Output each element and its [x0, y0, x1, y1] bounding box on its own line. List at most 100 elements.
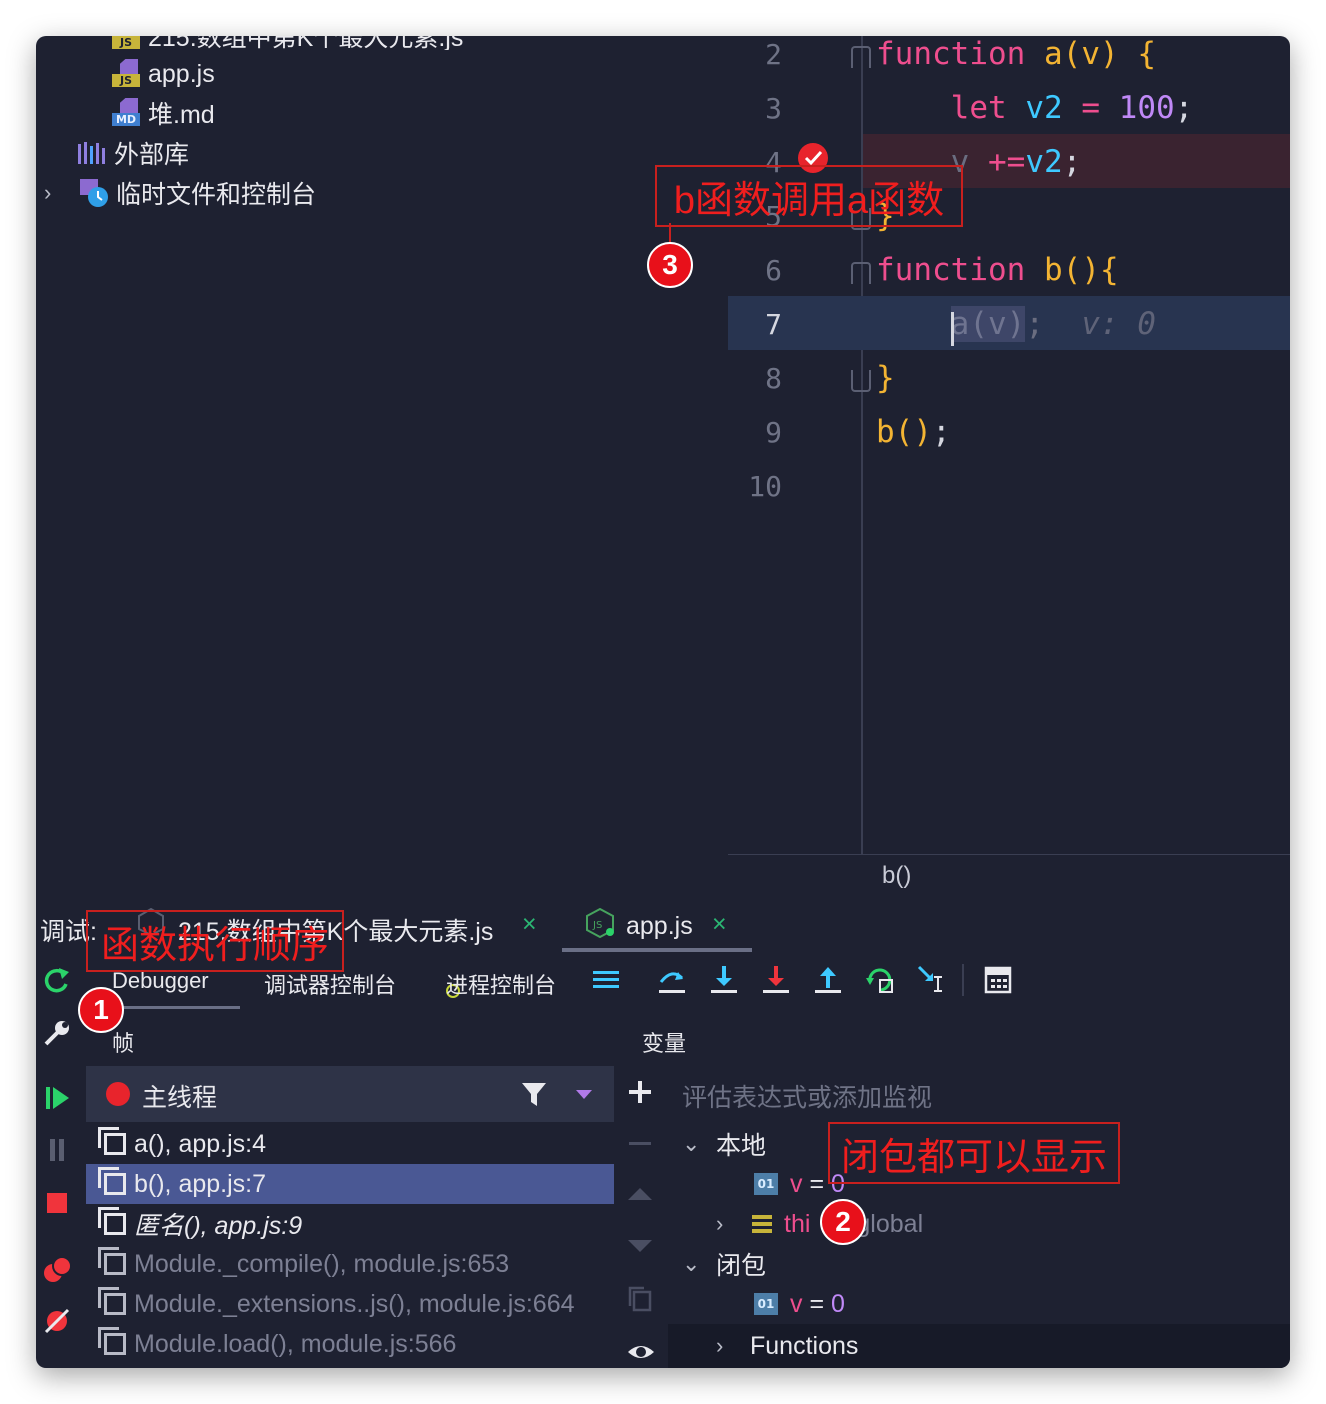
evaluate-icon[interactable]: [982, 964, 1014, 996]
subtab-process-console[interactable]: 进程控制台: [446, 968, 556, 1000]
variables-section-local[interactable]: ⌄ 本地: [682, 1126, 766, 1162]
frame-icon: [98, 1167, 126, 1195]
remove-icon[interactable]: [626, 1130, 654, 1158]
frame-icon: [98, 1327, 126, 1355]
up-icon[interactable]: [626, 1184, 654, 1204]
annotation-badge-3: 3: [647, 242, 693, 288]
line-number: 9: [765, 416, 782, 449]
tree-item-app-js[interactable]: JS app.js: [112, 56, 215, 92]
library-icon: [78, 142, 105, 164]
mute-breakpoints-icon[interactable]: [42, 1306, 72, 1336]
fold-icon[interactable]: [851, 262, 871, 284]
step-out-icon[interactable]: [812, 964, 844, 996]
var-value: 0: [831, 1289, 845, 1318]
thread-name: 主线程: [142, 1084, 218, 1112]
tree-item-scratches[interactable]: › 临时文件和控制台: [44, 175, 316, 211]
object-icon: [752, 1215, 772, 1233]
thread-status-icon: [106, 1082, 130, 1106]
tree-item-partial-file[interactable]: JS 215.数组中第K个最大元素.js: [112, 36, 463, 50]
md-file-icon: MD: [112, 98, 142, 128]
chevron-down-icon[interactable]: ⌄: [682, 1251, 716, 1277]
frames-header: 帧: [112, 1031, 135, 1056]
var-equals: =: [802, 1169, 831, 1198]
chevron-down-icon[interactable]: ⌄: [682, 1131, 716, 1157]
active-tab-indicator: [562, 948, 752, 952]
frame-row[interactable]: a(), app.js:4: [86, 1124, 614, 1164]
frame-icon: [98, 1207, 126, 1235]
chevron-right-icon[interactable]: ›: [716, 1333, 750, 1359]
force-step-into-icon[interactable]: [760, 964, 792, 996]
var-name: v: [790, 1169, 803, 1198]
line-number: 8: [765, 362, 782, 395]
view-breakpoints-icon[interactable]: [42, 1254, 72, 1284]
chevron-right-icon[interactable]: ›: [716, 1211, 750, 1237]
line-number: 6: [765, 254, 782, 287]
var-name: thi: [784, 1209, 811, 1238]
frame-row-selected[interactable]: b(), app.js:7: [86, 1164, 614, 1204]
fold-icon[interactable]: [851, 370, 871, 392]
resume-icon[interactable]: [42, 1082, 72, 1112]
wrench-icon[interactable]: [42, 1018, 72, 1048]
fold-icon[interactable]: [851, 46, 871, 68]
menu-icon[interactable]: [590, 964, 622, 996]
frame-row[interactable]: 匿名(), app.js:9: [86, 1204, 614, 1244]
tree-item-heap-md[interactable]: MD 堆.md: [112, 95, 215, 131]
rerun-icon[interactable]: [42, 966, 72, 996]
run-to-cursor-icon[interactable]: [916, 964, 948, 996]
annotation-badge-2: 2: [820, 1199, 866, 1245]
frame-row[interactable]: Module.load(), module.js:566: [86, 1324, 614, 1364]
tree-item-label: 215.数组中第K个最大元素.js: [148, 36, 464, 50]
evaluate-expression-input[interactable]: 评估表达式或添加监视: [682, 1078, 932, 1114]
frame-row[interactable]: Module._extensions..js(), module.js:664: [86, 1284, 614, 1324]
stop-icon[interactable]: [42, 1188, 72, 1218]
add-icon[interactable]: [626, 1078, 654, 1106]
var-equals: =: [802, 1289, 831, 1318]
frame-label: b(), app.js:7: [134, 1169, 267, 1198]
text-cursor: [951, 312, 954, 346]
tree-item-label: app.js: [148, 59, 215, 88]
var-value: global: [856, 1209, 924, 1238]
editor-breadcrumb[interactable]: b(): [882, 862, 911, 890]
variables-section-functions[interactable]: › Functions: [716, 1328, 858, 1364]
inline-debug-value: v: 0: [1081, 306, 1156, 342]
js-file-icon: JS: [112, 36, 142, 50]
annotation-order-note: 函数执行顺序: [86, 910, 344, 972]
debug-tab-label[interactable]: app.js: [626, 912, 693, 941]
tree-item-label: 堆.md: [148, 101, 215, 129]
down-icon[interactable]: [626, 1236, 654, 1256]
frame-label: 匿名(), app.js:9: [134, 1212, 303, 1240]
frame-label: Module._extensions..js(), module.js:664: [134, 1289, 575, 1318]
annotation-badge-1: 1: [78, 987, 124, 1033]
frame-icon: [98, 1287, 126, 1315]
tree-item-external-libraries[interactable]: 外部库: [76, 135, 189, 171]
frame-icon: [98, 1247, 126, 1275]
copy-icon[interactable]: [626, 1284, 654, 1312]
scratch-icon: [80, 179, 108, 207]
thread-selector[interactable]: 主线程: [86, 1066, 614, 1122]
subtab-debugger-console[interactable]: 调试器控制台: [264, 968, 396, 1000]
js-file-icon: JS: [112, 59, 142, 89]
step-into-icon[interactable]: [708, 964, 740, 996]
section-label: Functions: [750, 1331, 859, 1360]
var-name: v: [790, 1289, 803, 1318]
annotation-closure-note: 闭包都可以显示: [828, 1122, 1120, 1184]
variables-section-closure[interactable]: ⌄ 闭包: [682, 1246, 766, 1282]
close-icon[interactable]: ×: [522, 910, 537, 939]
frame-row[interactable]: Module._compile(), module.js:653: [86, 1244, 614, 1284]
dropdown-icon[interactable]: [574, 1088, 594, 1102]
step-over-icon[interactable]: [656, 964, 688, 996]
pause-icon[interactable]: [42, 1134, 72, 1164]
line-number: 10: [748, 470, 782, 503]
close-icon[interactable]: ×: [712, 910, 727, 939]
line-number: 3: [765, 92, 782, 125]
restart-frame-icon[interactable]: [864, 964, 896, 996]
chevron-right-icon[interactable]: ›: [44, 180, 78, 206]
watch-icon[interactable]: [626, 1340, 656, 1364]
filter-icon[interactable]: [520, 1080, 548, 1108]
frame-label: a(), app.js:4: [134, 1129, 267, 1158]
ide-window: JS 215.数组中第K个最大元素.js JS app.js MD 堆.md 外…: [36, 36, 1290, 1368]
variable-row[interactable]: 01 v = 0: [754, 1286, 845, 1322]
toolbar-separator: [962, 964, 964, 996]
line-number: 2: [765, 38, 782, 71]
tree-item-label: 临时文件和控制台: [116, 181, 317, 209]
